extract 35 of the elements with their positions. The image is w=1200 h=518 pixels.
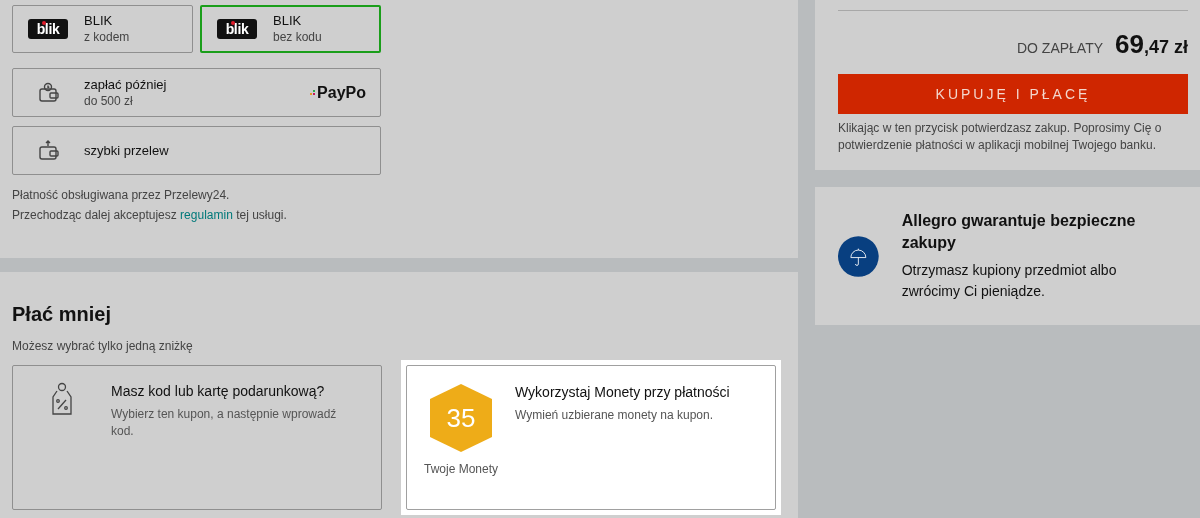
section-subtitle: Możesz wybrać tylko jedną zniżkę	[12, 338, 194, 355]
wallet-upload-icon	[38, 139, 60, 162]
payment-option[interactable]: blik BLIK z kodem	[12, 5, 193, 53]
purchase-note: Klikając w ten przycisk potwierdzasz zakup. Poprosimy Cię o potwierdzenie płatności w aplikacji mobilnej Twojego banku.	[838, 120, 1163, 154]
coins-caption: Twoje Monety	[423, 461, 498, 478]
discount-description: Wymień uzbierane monety na kupon.	[515, 407, 714, 424]
paypo-logo: PayPo	[310, 80, 366, 105]
blik-logo: blik	[217, 19, 257, 39]
payment-option[interactable]: szybki przelew	[12, 126, 381, 175]
method-title: zapłać później	[84, 75, 168, 93]
coins-badge: 35	[430, 384, 492, 452]
guarantee-text: Otrzymasz kupiony przedmiot albo zwrócimy Ci pieniądze.	[901, 261, 1118, 301]
method-subtitle: z kodem	[84, 29, 130, 46]
discount-title: Wykorzystaj Monety przy płatności	[515, 383, 731, 402]
payment-option[interactable]: blik BLIK bez kodu	[200, 5, 381, 53]
terms-note: Przechodząc dalej akceptujesz regulamin tej usługi.	[12, 207, 288, 224]
payment-note: Płatność obsługiwana przez Przelewy24.	[12, 187, 231, 204]
wallet-clock-icon	[38, 81, 60, 104]
payment-option[interactable]: zapłać później do 500 zł PayPo	[12, 68, 381, 117]
total-label: DO ZAPŁATY	[1016, 39, 1104, 58]
method-title: BLIK	[273, 12, 303, 29]
method-subtitle: bez kodu	[273, 29, 322, 46]
section-title: Płać mniej	[12, 302, 112, 327]
blik-logo: blik	[28, 19, 68, 39]
discount-tag-icon	[51, 382, 73, 416]
method-subtitle: do 500 zł	[84, 92, 134, 110]
method-title: szybki przelew	[84, 142, 170, 159]
discount-card[interactable]: 35 Twoje Monety Wykorzystaj Monety przy płatności Wymień uzbierane monety na kupon.	[406, 365, 776, 510]
discount-title: Masz kod lub kartę podarunkową?	[111, 382, 326, 401]
buy-button[interactable]: KUPUJĘ I PŁACĘ	[838, 74, 1188, 114]
method-title: BLIK	[84, 12, 114, 29]
guarantee-title: Allegro gwarantuje bezpieczne zakupy	[901, 211, 1137, 253]
discount-card[interactable]: Masz kod lub kartę podarunkową? Wybierz ten kupon, a następnie wprowadź kod.	[12, 365, 382, 510]
total-amount: 69,47 zł	[1115, 28, 1188, 61]
discount-description: Wybierz ten kupon, a następnie wprowadź kod.	[111, 406, 338, 440]
